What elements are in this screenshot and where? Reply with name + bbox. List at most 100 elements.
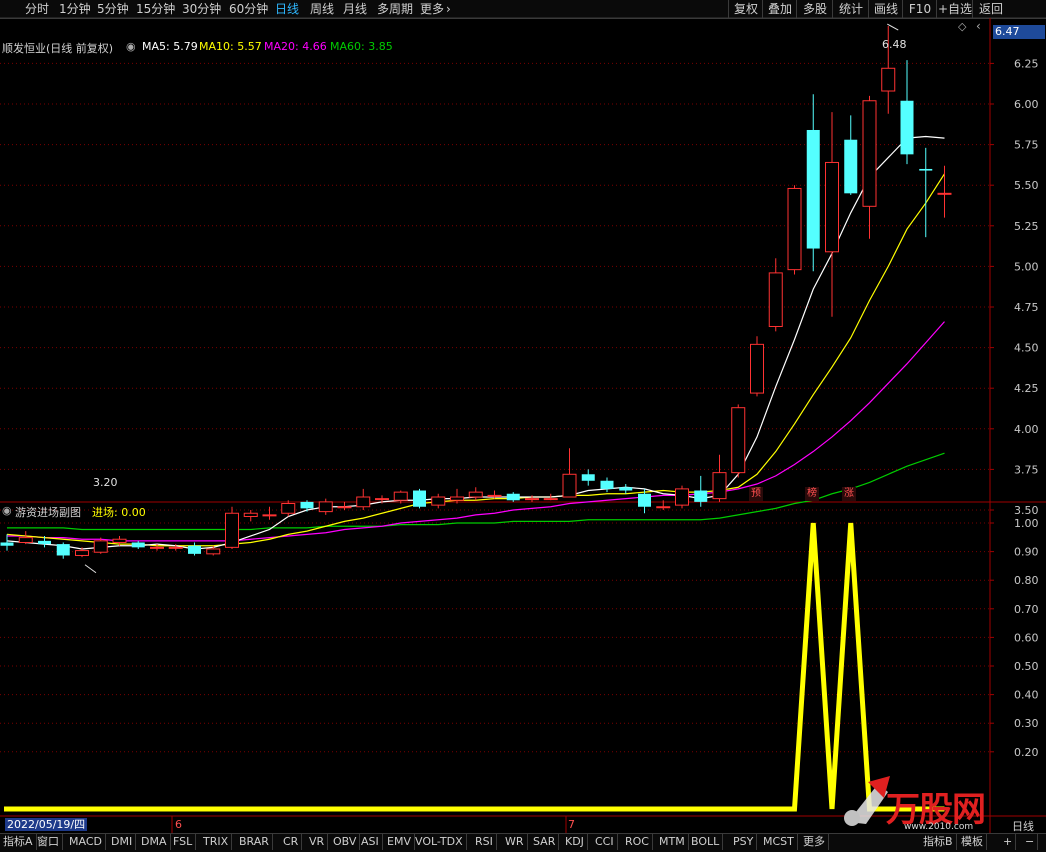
candle-body: [356, 496, 371, 508]
candle-body: [131, 542, 145, 548]
candle-body: [656, 506, 671, 509]
candle-body: [881, 67, 896, 92]
indicator-axis-label: 0.70: [1014, 603, 1039, 616]
candle-body: [638, 493, 651, 507]
candle-body: [581, 474, 595, 481]
indicator-tab[interactable]: MTM: [656, 834, 689, 850]
indicator-tab[interactable]: TRIX: [200, 834, 233, 850]
candle-body: [243, 512, 258, 517]
indicator-tab[interactable]: MCST: [760, 834, 798, 850]
indicator-tab[interactable]: 窗口: [34, 834, 63, 850]
indicator-axis-label: 0.50: [1014, 660, 1039, 673]
indicator-axis-label: 0.90: [1014, 546, 1039, 559]
indicator-tab[interactable]: DMA: [138, 834, 171, 850]
watermark-logo: 万股网 www.2010.com: [838, 772, 1028, 834]
indicator-tab[interactable]: ASI: [358, 834, 383, 850]
indicator-tab[interactable]: ROC: [622, 834, 653, 850]
bottom-indicator-bar: 指标A 窗口 MACD DMI DMA FSL TRIX BRAR CR VR OBV ASI EMV V…: [0, 833, 1046, 852]
candle-body: [694, 490, 708, 502]
annotation-billboard[interactable]: 榜: [805, 487, 819, 501]
candle-body: [543, 498, 558, 501]
price-axis-label: 5.25: [1014, 220, 1039, 233]
candle-body: [262, 514, 277, 517]
price-axis-label: 4.50: [1014, 342, 1039, 355]
candle-body: [393, 491, 408, 501]
high-price-label: 6.48: [882, 38, 907, 51]
indicator-tab[interactable]: WR: [502, 834, 528, 850]
indicator-tab[interactable]: FSL: [170, 834, 197, 850]
candle-body: [675, 488, 689, 506]
annotation-forecast[interactable]: 预: [749, 487, 763, 501]
bottom-control[interactable]: +: [1000, 834, 1017, 850]
ma20-line: [7, 321, 945, 542]
candle-body: [75, 550, 89, 556]
main-kline-chart[interactable]: 6.25 6.00 5.75 5.50 5.25 5.00 4.75 4.50 4.25 4.00…: [0, 0, 1046, 851]
indicator-tab[interactable]: BOLL: [688, 834, 724, 850]
candle-body: [787, 187, 802, 271]
indicator-tab[interactable]: VOL-TDX: [412, 834, 467, 850]
sub-indicator-value: 进场: 0.00: [92, 506, 146, 519]
price-axis-label: 4.25: [1014, 382, 1039, 395]
entry-signal-line: [4, 522, 945, 812]
candle-body: [712, 472, 727, 500]
indicator-axis-label: 0.30: [1014, 717, 1039, 730]
indicator-tab[interactable]: 更多: [800, 834, 829, 850]
indicator-tab[interactable]: OBV: [330, 834, 361, 850]
price-axis-label: 5.00: [1014, 260, 1039, 273]
annotation-limit-up[interactable]: 涨: [842, 487, 856, 501]
bottom-control[interactable]: 指标B: [920, 834, 957, 850]
bottom-control[interactable]: −: [1022, 834, 1039, 850]
candle-body: [825, 161, 839, 253]
candle-body: [281, 503, 296, 514]
low-price-label: 3.20: [93, 476, 118, 489]
candle-body: [18, 537, 33, 543]
candle-body: [937, 192, 952, 195]
ma5-line: [6, 135, 945, 550]
candle-body: [619, 487, 633, 491]
candle-body: [806, 129, 820, 249]
candle-body: [413, 490, 426, 507]
candle-body: [150, 546, 164, 549]
low-marker: [84, 564, 97, 574]
high-marker: [887, 23, 899, 31]
indicator-tab[interactable]: PSY: [730, 834, 758, 850]
cursor-date: 2022/05/19/四: [5, 818, 88, 831]
candle-body: [506, 493, 520, 501]
price-axis-label: 4.75: [1014, 301, 1039, 314]
indicator-tab[interactable]: KDJ: [562, 834, 588, 850]
candle-body: [844, 139, 858, 194]
indicator-axis-label: 0.60: [1014, 631, 1039, 644]
indicator-tab[interactable]: CCI: [592, 834, 618, 850]
indicator-tab[interactable]: RSI: [472, 834, 497, 850]
indicator-tab[interactable]: DMI: [108, 834, 137, 850]
candle-body: [731, 407, 746, 474]
candle-body: [225, 512, 239, 548]
indicator-tab[interactable]: CR: [280, 834, 303, 850]
candle-body: [206, 548, 221, 555]
candle-body: [0, 542, 14, 546]
indicator-tab[interactable]: SAR: [530, 834, 560, 850]
indicator-axis-label: 1.00: [1014, 517, 1039, 530]
sub-indicator-title[interactable]: 游资进场副图: [15, 504, 81, 520]
indicator-tab[interactable]: VR: [306, 834, 329, 850]
candle-body: [900, 100, 914, 155]
price-axis-label: 6.25: [1014, 57, 1039, 70]
indicator-tab[interactable]: BRAR: [236, 834, 273, 850]
month-7-label: 7: [568, 818, 575, 831]
candle-body: [768, 272, 783, 327]
candle-body: [450, 496, 464, 501]
candle-body: [188, 545, 201, 554]
indicator-tab[interactable]: MACD: [66, 834, 106, 850]
candle-body: [168, 546, 183, 549]
price-axis-label: 3.75: [1014, 463, 1039, 476]
month-6-label: 6: [175, 818, 182, 831]
bottom-control[interactable]: 模板: [958, 834, 987, 850]
candle-body: [56, 544, 70, 556]
candle-body: [38, 540, 51, 545]
candle-body: [525, 498, 539, 501]
price-axis-label: 5.75: [1014, 139, 1039, 152]
watermark-url: www.2010.com: [904, 822, 974, 832]
indicator-tab[interactable]: 指标A: [0, 834, 37, 850]
sub-settings-icon[interactable]: ◉: [2, 504, 12, 517]
indicator-tab[interactable]: EMV: [384, 834, 415, 850]
